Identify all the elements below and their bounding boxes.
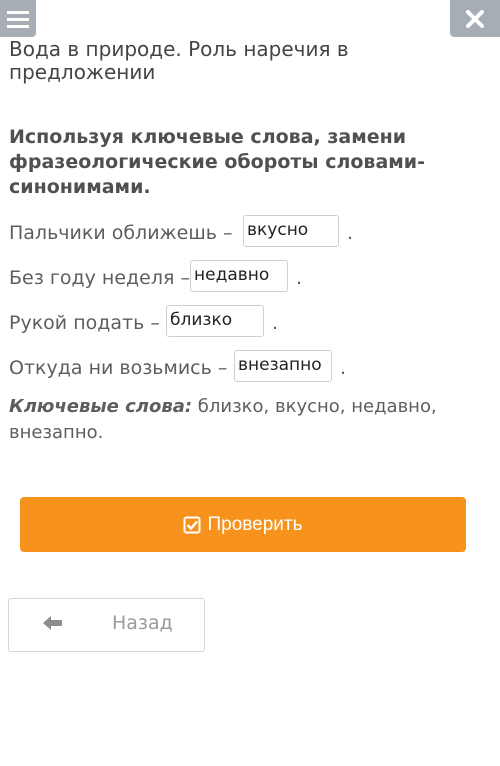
sentence-prefix: Без году неделя – [9, 267, 190, 289]
sentence-row: Рукой подать – близко . [9, 305, 489, 338]
answer-field-1[interactable]: вкусно [243, 215, 339, 247]
close-button[interactable] [450, 0, 500, 37]
sentence-suffix: . [272, 312, 279, 334]
arrow-left-icon [43, 616, 62, 630]
check-square-icon [183, 516, 201, 533]
back-button-label: Назад [112, 612, 173, 634]
answer-field-4[interactable]: внезапно [234, 350, 332, 382]
answer-field-3[interactable]: близко [166, 305, 264, 337]
check-button-label: Проверить [207, 513, 303, 535]
sentence-prefix: Откуда ни возьмись – [9, 357, 228, 379]
answer-field-2[interactable]: недавно [190, 260, 288, 292]
keywords-hint: Ключевые слова: близко, вкусно, недавно,… [9, 394, 479, 446]
menu-button[interactable] [0, 0, 36, 37]
task-instruction: Используя ключевые слова, замени фразеол… [9, 126, 426, 198]
hamburger-icon [7, 10, 29, 28]
sentence-row: Пальчики оближешь – вкусно . [9, 215, 489, 248]
sentence-prefix: Рукой подать – [9, 312, 160, 334]
check-button[interactable]: Проверить [20, 497, 466, 552]
close-icon [466, 9, 484, 28]
back-button[interactable]: Назад [8, 598, 205, 652]
sentence-suffix: . [347, 222, 354, 244]
sentence-prefix: Пальчики оближешь – [9, 222, 233, 244]
sentence-row: Без году неделя – недавно . [9, 260, 489, 293]
keywords-label: Ключевые слова: [9, 396, 193, 417]
sentence-suffix: . [340, 357, 347, 379]
lesson-title: Вода в природе. Роль наречия в предложен… [9, 37, 349, 84]
sentence-suffix: . [296, 267, 303, 289]
sentence-row: Откуда ни возьмись – внезапно . [9, 350, 489, 383]
